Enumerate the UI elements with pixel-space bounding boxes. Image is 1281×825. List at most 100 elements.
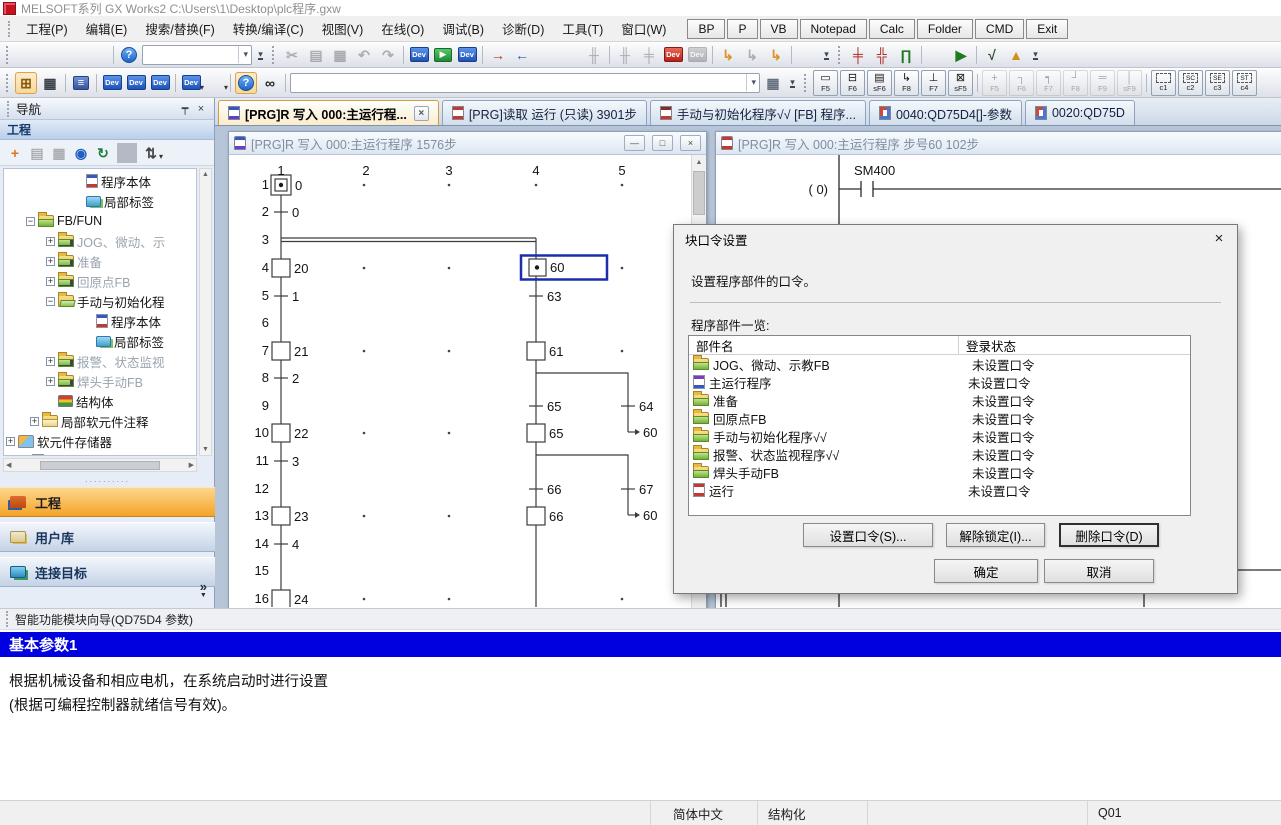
- paste-watch-icon[interactable]: ▦: [762, 72, 784, 94]
- tree-expander-icon[interactable]: +: [46, 237, 55, 246]
- undo-icon[interactable]: ↶: [353, 44, 375, 66]
- monitor-start-icon[interactable]: [535, 44, 557, 66]
- nav-project-button[interactable]: 工程: [0, 487, 215, 517]
- device-batch-monitor-icon[interactable]: ╫: [614, 44, 636, 66]
- tree-item-device-memory[interactable]: +软元件存储器: [4, 431, 196, 451]
- 回原点FB[interactable]: 回原点FB未设置口令: [689, 409, 1190, 427]
- tree-expander-icon[interactable]: +: [46, 357, 55, 366]
- new-project-icon[interactable]: [15, 44, 37, 66]
- scroll-left-icon[interactable]: ◀: [6, 461, 11, 469]
- menu-item[interactable]: 窗口(W): [612, 20, 675, 40]
- paste-data-icon[interactable]: ▦: [49, 143, 69, 163]
- sfc-block-search-icon[interactable]: [926, 44, 948, 66]
- monitor-mode-icon[interactable]: ╫: [583, 44, 605, 66]
- step-execution-icon[interactable]: ↳: [717, 44, 739, 66]
- menu-item[interactable]: 在线(O): [372, 20, 433, 40]
- tree-item-structure[interactable]: 结构体: [4, 391, 196, 411]
- separator[interactable]: [175, 74, 176, 92]
- tree-vertical-scrollbar[interactable]: ▲▼: [199, 168, 212, 456]
- tab-qd75d4-0020[interactable]: 0020:QD75D: [1025, 100, 1135, 125]
- tree-expander-icon[interactable]: +: [6, 437, 15, 446]
- sfc-jump-f8-button[interactable]: ↳F8: [894, 70, 919, 96]
- close-icon[interactable]: ×: [1207, 228, 1231, 249]
- sfc-monitor-icon[interactable]: ▶: [950, 44, 972, 66]
- dialog-titlebar[interactable]: 块口令设置: [674, 225, 1237, 253]
- 焊头手动FB[interactable]: 焊头手动FB未设置口令: [689, 463, 1190, 481]
- tree-item-program-body[interactable]: 程序本体: [4, 171, 196, 191]
- tab-prg-write-main[interactable]: [PRG]R 写入 000:主运行程...×: [218, 100, 439, 125]
- tree-item-jog-fb[interactable]: +JOG、微动、示: [4, 231, 196, 251]
- tab-fb-manual-init[interactable]: 手动与初始化程序√√ [FB] 程序...: [650, 100, 866, 125]
- navigation-window-icon[interactable]: ⊞: [15, 72, 37, 94]
- monitor-stop-icon[interactable]: [559, 44, 581, 66]
- launch-button[interactable]: Notepad: [800, 19, 867, 39]
- nav-user-library-button[interactable]: 用户库: [0, 522, 215, 552]
- device-initial-value-icon[interactable]: Dev: [149, 72, 171, 94]
- menu-item[interactable]: 工具(T): [553, 20, 612, 40]
- sfc-st-c4-button[interactable]: STc4: [1232, 70, 1257, 96]
- column-header-status[interactable]: 登录状态: [959, 336, 1190, 355]
- watch-combobox[interactable]: [290, 73, 760, 93]
- step-break-icon[interactable]: ↳: [741, 44, 763, 66]
- tree-item-weld-manual-fb[interactable]: +焊头手动FB: [4, 371, 196, 391]
- scroll-up-icon[interactable]: ▲: [692, 155, 706, 170]
- device-test-icon[interactable]: Dev: [456, 44, 478, 66]
- JOG、微动、示教FB[interactable]: JOG、微动、示教FB未设置口令: [689, 355, 1190, 373]
- device-find-icon[interactable]: Dev: [662, 44, 684, 66]
- tree-item-local-label-2[interactable]: 局部标签: [4, 331, 196, 351]
- toolbar-grip[interactable]: [6, 74, 10, 92]
- tree-item-fb-fun[interactable]: −FB/FUN: [4, 211, 196, 231]
- device-comment-edit-icon[interactable]: Dev: [408, 44, 430, 66]
- sfc-vertical-line-f5-button[interactable]: +F5: [982, 70, 1007, 96]
- set-password-button[interactable]: 设置口令(S)...: [803, 523, 933, 547]
- wizard-panel-header[interactable]: 智能功能模块向导(QD75D4 参数): [0, 608, 1281, 630]
- device-monitor-icon[interactable]: ▶: [432, 44, 454, 66]
- minimize-icon[interactable]: —: [624, 135, 645, 151]
- scroll-up-icon[interactable]: ▲: [202, 171, 209, 178]
- find-icon[interactable]: ∞: [259, 72, 281, 94]
- close-icon[interactable]: ×: [193, 102, 209, 116]
- sfc-all-block-monitor-icon[interactable]: √: [981, 44, 1003, 66]
- toolbar-grip[interactable]: [804, 74, 808, 92]
- sfc-transition-f6-button[interactable]: ⊟F6: [840, 70, 865, 96]
- sfc-end-step-f7-button[interactable]: ⊥F7: [921, 70, 946, 96]
- scrollbar-thumb[interactable]: [693, 171, 705, 215]
- tree-item-prepare[interactable]: +准备: [4, 251, 196, 271]
- close-icon[interactable]: ×: [680, 135, 701, 151]
- separator[interactable]: [791, 46, 792, 64]
- separator[interactable]: [117, 143, 137, 163]
- toolbar-overflow-icon[interactable]: ▾: [820, 44, 833, 66]
- tab-close-icon[interactable]: ×: [414, 106, 429, 121]
- separator[interactable]: [403, 46, 404, 64]
- panel-grip[interactable]: [6, 611, 9, 627]
- help-icon[interactable]: ?: [118, 44, 140, 66]
- refresh-icon[interactable]: ↻: [93, 143, 113, 163]
- launch-button[interactable]: Folder: [917, 19, 973, 39]
- screen-mode-icon[interactable]: [796, 44, 818, 66]
- sfc-alarm-monitor-icon[interactable]: ▲: [1005, 44, 1027, 66]
- device-comment-icon[interactable]: Dev: [101, 72, 123, 94]
- sfc-parallel-converge-f9-button[interactable]: ═F9: [1090, 70, 1115, 96]
- tree-item-home-fb[interactable]: +回原点FB: [4, 271, 196, 291]
- sort-filter-icon[interactable]: ⇅: [141, 143, 161, 163]
- launch-button[interactable]: VB: [760, 19, 798, 39]
- tab-qd75d4-0040-param[interactable]: 0040:QD75D4[]-参数: [869, 100, 1022, 125]
- sfc-pulse-icon[interactable]: ∏: [895, 44, 917, 66]
- tree-expander-icon[interactable]: +: [46, 377, 55, 386]
- sfc-step-f5-button[interactable]: ▭F5: [813, 70, 838, 96]
- save-project-icon[interactable]: [63, 44, 85, 66]
- tree-expander-icon[interactable]: +: [46, 257, 55, 266]
- separator[interactable]: [609, 46, 610, 64]
- help-icon[interactable]: ?: [235, 72, 257, 94]
- read-from-plc-icon[interactable]: ←: [511, 44, 533, 66]
- delete-password-button[interactable]: 删除口令(D): [1059, 523, 1159, 547]
- tree-item-alarm-monitor[interactable]: +报警、状态监视: [4, 351, 196, 371]
- panel-overflow-button[interactable]: »▼: [200, 582, 207, 600]
- device-display-icon[interactable]: Dev: [686, 44, 708, 66]
- separator[interactable]: [977, 74, 978, 92]
- menu-item[interactable]: 视图(V): [313, 20, 373, 40]
- sfc-dummy-step-sf6-button[interactable]: ▤sF6: [867, 70, 892, 96]
- menu-grip[interactable]: [8, 21, 11, 37]
- nav-connection-button[interactable]: 连接目标: [0, 557, 215, 587]
- device-reference-icon[interactable]: ╪: [638, 44, 660, 66]
